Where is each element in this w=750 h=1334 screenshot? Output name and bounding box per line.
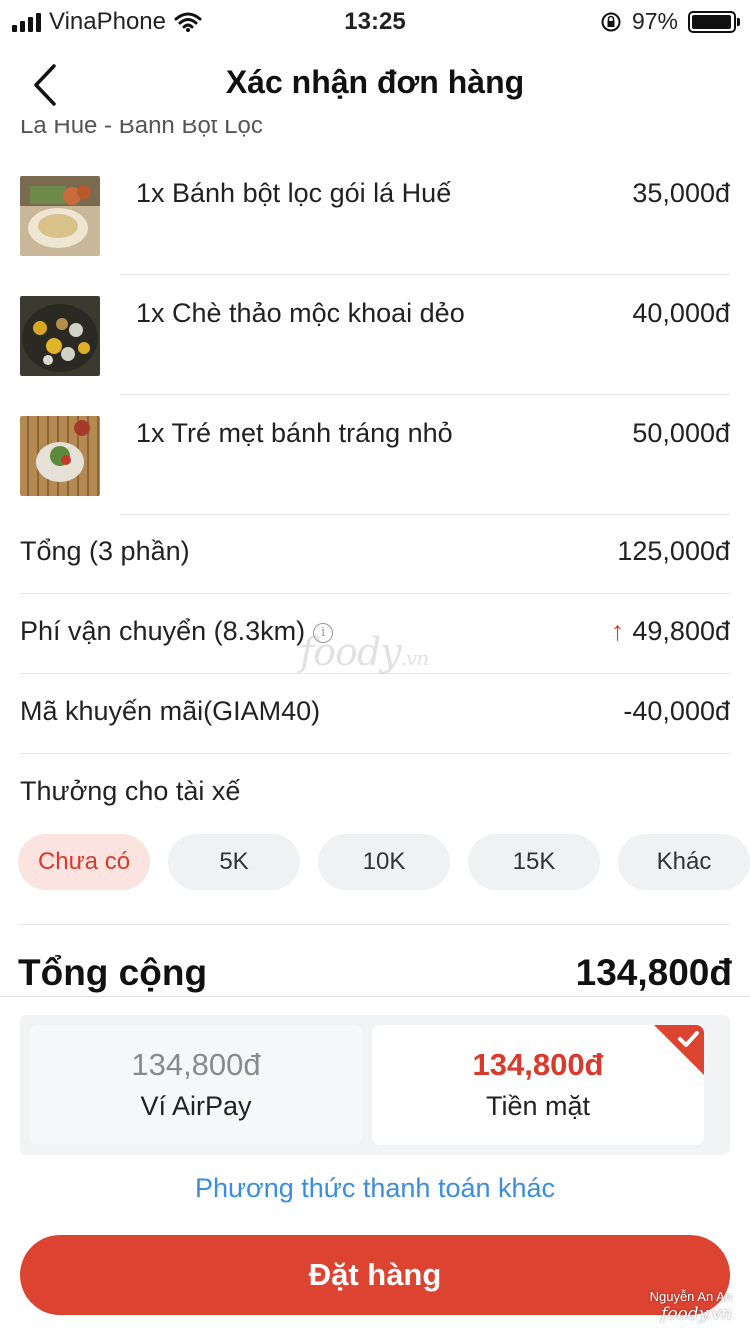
watermark-user: Nguyễn An An xyxy=(649,1289,732,1304)
order-item: 1x Chè thảo mộc khoai dẻo 40,000đ xyxy=(0,296,750,416)
order-item: 1x Bánh bột lọc gói lá Huế 35,000đ xyxy=(0,176,750,296)
tip-label: Thưởng cho tài xế xyxy=(20,776,241,806)
subtotal-value: 125,000đ xyxy=(617,536,730,566)
tip-option-none[interactable]: Chưa có xyxy=(18,834,150,890)
total-value: 134,800đ xyxy=(575,952,732,993)
item-image xyxy=(20,296,100,376)
airpay-name: Ví AirPay xyxy=(140,1091,252,1121)
page-title: Xác nhận đơn hàng xyxy=(225,64,525,100)
payment-option-cash[interactable]: 134,800đ Tiền mặt xyxy=(372,1025,704,1145)
payment-methods: 134,800đ Ví AirPay 134,800đ Tiền mặt xyxy=(20,1015,730,1155)
total-label: Tổng cộng xyxy=(18,952,208,993)
watermark-brand: foody.vn xyxy=(661,1304,732,1324)
item-price: 40,000đ xyxy=(632,298,730,328)
shipping-value: 49,800đ xyxy=(632,616,730,646)
item-name: 1x Tré mẹt bánh tráng nhỏ xyxy=(136,418,453,448)
divider xyxy=(120,394,730,395)
battery-icon xyxy=(688,10,740,33)
other-payment-link[interactable]: Phương thức thanh toán khác xyxy=(0,1173,750,1204)
status-bar: VinaPhone 13:25 97% xyxy=(0,0,750,40)
order-content[interactable]: Lá Huế - Bánh Bột Lọc 1x Bánh bột lọc gó… xyxy=(0,120,750,996)
tip-option-5k[interactable]: 5K xyxy=(168,834,300,890)
tip-options: Chưa có 5K 10K 15K Khác xyxy=(18,834,750,890)
subtotal-row: Tổng (3 phần) 125,000đ xyxy=(20,514,730,594)
promo-label: Mã khuyến mãi(GIAM40) xyxy=(20,696,321,726)
item-image xyxy=(20,416,100,496)
place-order-button[interactable]: Đặt hàng xyxy=(20,1235,730,1315)
tip-option-other[interactable]: Khác xyxy=(618,834,750,890)
battery-percent: 97% xyxy=(631,8,678,34)
item-name: 1x Chè thảo mộc khoai dẻo xyxy=(136,298,465,328)
airpay-amount: 134,800đ xyxy=(131,1047,261,1082)
checkmark-icon xyxy=(654,1025,704,1075)
shop-name: Lá Huế - Bánh Bột Lọc xyxy=(20,120,263,139)
item-image xyxy=(20,176,100,256)
total-row: Tổng cộng 134,800đ xyxy=(18,952,732,996)
item-price: 35,000đ xyxy=(632,178,730,208)
rotation-lock-icon xyxy=(601,12,621,31)
cash-name: Tiền mặt xyxy=(485,1091,591,1121)
watermark-corner: Nguyễn An An foody.vn xyxy=(650,1289,732,1324)
tip-option-10k[interactable]: 10K xyxy=(318,834,450,890)
divider xyxy=(120,274,730,275)
payment-option-airpay[interactable]: 134,800đ Ví AirPay xyxy=(30,1025,362,1145)
subtotal-label: Tổng (3 phần) xyxy=(20,536,190,566)
shipping-label: Phí vận chuyển (8.3km) xyxy=(20,616,306,646)
item-name: 1x Bánh bột lọc gói lá Huế xyxy=(136,178,452,208)
arrow-up-icon: ↑ xyxy=(610,616,625,646)
item-price: 50,000đ xyxy=(632,418,730,448)
watermark-logo: foody.vn xyxy=(300,630,429,674)
payment-panel: 134,800đ Ví AirPay 134,800đ Tiền mặt Phư… xyxy=(0,996,750,1334)
divider xyxy=(20,924,730,925)
nav-header: Xác nhận đơn hàng xyxy=(0,50,750,120)
promo-row: Mã khuyến mãi(GIAM40) -40,000đ xyxy=(20,674,730,754)
tip-option-15k[interactable]: 15K xyxy=(468,834,600,890)
promo-value: -40,000đ xyxy=(623,696,730,726)
